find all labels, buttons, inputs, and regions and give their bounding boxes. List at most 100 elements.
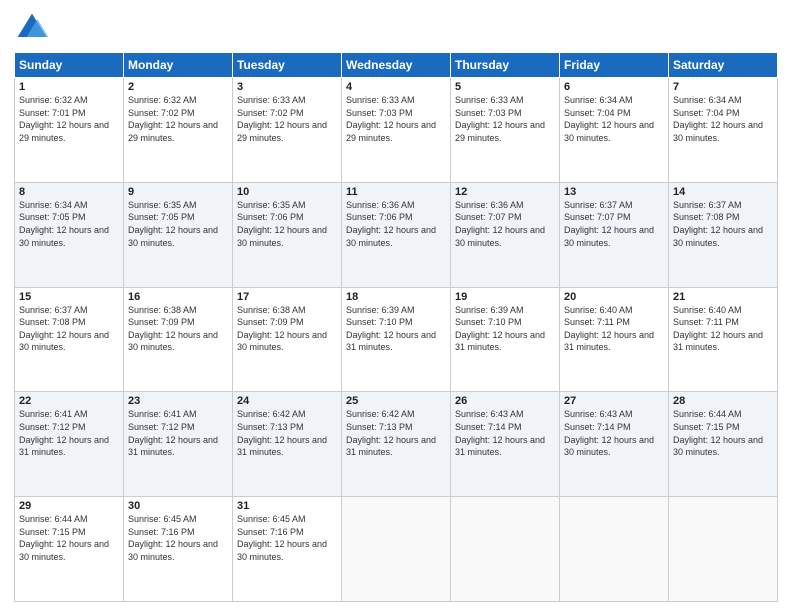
day-number: 3 — [237, 81, 337, 93]
day-cell-31: 31 Sunrise: 6:45 AMSunset: 7:16 PMDaylig… — [233, 497, 342, 602]
day-info: Sunrise: 6:37 AMSunset: 7:08 PMDaylight:… — [19, 305, 109, 353]
day-info: Sunrise: 6:39 AMSunset: 7:10 PMDaylight:… — [455, 305, 545, 353]
day-info: Sunrise: 6:41 AMSunset: 7:12 PMDaylight:… — [19, 409, 109, 457]
day-number: 29 — [19, 500, 119, 512]
day-info: Sunrise: 6:34 AMSunset: 7:04 PMDaylight:… — [564, 95, 654, 143]
day-number: 27 — [564, 395, 664, 407]
day-number: 28 — [673, 395, 773, 407]
empty-cell — [342, 497, 451, 602]
day-cell-25: 25 Sunrise: 6:42 AMSunset: 7:13 PMDaylig… — [342, 392, 451, 497]
day-info: Sunrise: 6:34 AMSunset: 7:05 PMDaylight:… — [19, 200, 109, 248]
day-cell-27: 27 Sunrise: 6:43 AMSunset: 7:14 PMDaylig… — [560, 392, 669, 497]
day-cell-15: 15 Sunrise: 6:37 AMSunset: 7:08 PMDaylig… — [15, 287, 124, 392]
day-cell-28: 28 Sunrise: 6:44 AMSunset: 7:15 PMDaylig… — [669, 392, 778, 497]
day-number: 19 — [455, 291, 555, 303]
day-info: Sunrise: 6:38 AMSunset: 7:09 PMDaylight:… — [237, 305, 327, 353]
day-number: 11 — [346, 186, 446, 198]
day-info: Sunrise: 6:37 AMSunset: 7:08 PMDaylight:… — [673, 200, 763, 248]
day-cell-19: 19 Sunrise: 6:39 AMSunset: 7:10 PMDaylig… — [451, 287, 560, 392]
header — [14, 10, 778, 46]
day-info: Sunrise: 6:44 AMSunset: 7:15 PMDaylight:… — [673, 409, 763, 457]
weekday-sunday: Sunday — [15, 53, 124, 78]
day-number: 24 — [237, 395, 337, 407]
day-number: 14 — [673, 186, 773, 198]
day-number: 22 — [19, 395, 119, 407]
day-info: Sunrise: 6:33 AMSunset: 7:03 PMDaylight:… — [346, 95, 436, 143]
weekday-friday: Friday — [560, 53, 669, 78]
weekday-header-row: SundayMondayTuesdayWednesdayThursdayFrid… — [15, 53, 778, 78]
day-info: Sunrise: 6:40 AMSunset: 7:11 PMDaylight:… — [564, 305, 654, 353]
day-info: Sunrise: 6:45 AMSunset: 7:16 PMDaylight:… — [128, 514, 218, 562]
day-number: 15 — [19, 291, 119, 303]
day-number: 1 — [19, 81, 119, 93]
day-number: 4 — [346, 81, 446, 93]
day-number: 2 — [128, 81, 228, 93]
day-cell-21: 21 Sunrise: 6:40 AMSunset: 7:11 PMDaylig… — [669, 287, 778, 392]
day-info: Sunrise: 6:36 AMSunset: 7:07 PMDaylight:… — [455, 200, 545, 248]
day-number: 6 — [564, 81, 664, 93]
day-cell-29: 29 Sunrise: 6:44 AMSunset: 7:15 PMDaylig… — [15, 497, 124, 602]
day-info: Sunrise: 6:33 AMSunset: 7:02 PMDaylight:… — [237, 95, 327, 143]
logo-icon — [14, 10, 50, 46]
day-number: 17 — [237, 291, 337, 303]
day-info: Sunrise: 6:41 AMSunset: 7:12 PMDaylight:… — [128, 409, 218, 457]
day-info: Sunrise: 6:32 AMSunset: 7:02 PMDaylight:… — [128, 95, 218, 143]
day-number: 18 — [346, 291, 446, 303]
page: SundayMondayTuesdayWednesdayThursdayFrid… — [0, 0, 792, 612]
day-number: 5 — [455, 81, 555, 93]
day-number: 10 — [237, 186, 337, 198]
day-cell-5: 5 Sunrise: 6:33 AMSunset: 7:03 PMDayligh… — [451, 78, 560, 183]
day-cell-16: 16 Sunrise: 6:38 AMSunset: 7:09 PMDaylig… — [124, 287, 233, 392]
day-number: 20 — [564, 291, 664, 303]
day-info: Sunrise: 6:43 AMSunset: 7:14 PMDaylight:… — [455, 409, 545, 457]
day-cell-13: 13 Sunrise: 6:37 AMSunset: 7:07 PMDaylig… — [560, 182, 669, 287]
day-cell-10: 10 Sunrise: 6:35 AMSunset: 7:06 PMDaylig… — [233, 182, 342, 287]
weekday-monday: Monday — [124, 53, 233, 78]
day-cell-20: 20 Sunrise: 6:40 AMSunset: 7:11 PMDaylig… — [560, 287, 669, 392]
day-cell-3: 3 Sunrise: 6:33 AMSunset: 7:02 PMDayligh… — [233, 78, 342, 183]
logo — [14, 10, 54, 46]
weekday-saturday: Saturday — [669, 53, 778, 78]
day-info: Sunrise: 6:42 AMSunset: 7:13 PMDaylight:… — [346, 409, 436, 457]
week-row-3: 15 Sunrise: 6:37 AMSunset: 7:08 PMDaylig… — [15, 287, 778, 392]
day-cell-8: 8 Sunrise: 6:34 AMSunset: 7:05 PMDayligh… — [15, 182, 124, 287]
day-cell-1: 1 Sunrise: 6:32 AMSunset: 7:01 PMDayligh… — [15, 78, 124, 183]
calendar-table: SundayMondayTuesdayWednesdayThursdayFrid… — [14, 52, 778, 602]
day-number: 31 — [237, 500, 337, 512]
day-number: 12 — [455, 186, 555, 198]
day-number: 25 — [346, 395, 446, 407]
day-cell-24: 24 Sunrise: 6:42 AMSunset: 7:13 PMDaylig… — [233, 392, 342, 497]
day-info: Sunrise: 6:39 AMSunset: 7:10 PMDaylight:… — [346, 305, 436, 353]
day-info: Sunrise: 6:37 AMSunset: 7:07 PMDaylight:… — [564, 200, 654, 248]
day-cell-14: 14 Sunrise: 6:37 AMSunset: 7:08 PMDaylig… — [669, 182, 778, 287]
day-cell-30: 30 Sunrise: 6:45 AMSunset: 7:16 PMDaylig… — [124, 497, 233, 602]
day-number: 13 — [564, 186, 664, 198]
day-number: 26 — [455, 395, 555, 407]
day-cell-11: 11 Sunrise: 6:36 AMSunset: 7:06 PMDaylig… — [342, 182, 451, 287]
day-info: Sunrise: 6:42 AMSunset: 7:13 PMDaylight:… — [237, 409, 327, 457]
day-info: Sunrise: 6:38 AMSunset: 7:09 PMDaylight:… — [128, 305, 218, 353]
day-info: Sunrise: 6:33 AMSunset: 7:03 PMDaylight:… — [455, 95, 545, 143]
day-number: 30 — [128, 500, 228, 512]
day-cell-9: 9 Sunrise: 6:35 AMSunset: 7:05 PMDayligh… — [124, 182, 233, 287]
week-row-4: 22 Sunrise: 6:41 AMSunset: 7:12 PMDaylig… — [15, 392, 778, 497]
day-info: Sunrise: 6:36 AMSunset: 7:06 PMDaylight:… — [346, 200, 436, 248]
empty-cell — [669, 497, 778, 602]
day-number: 8 — [19, 186, 119, 198]
day-cell-7: 7 Sunrise: 6:34 AMSunset: 7:04 PMDayligh… — [669, 78, 778, 183]
day-number: 9 — [128, 186, 228, 198]
empty-cell — [451, 497, 560, 602]
day-cell-17: 17 Sunrise: 6:38 AMSunset: 7:09 PMDaylig… — [233, 287, 342, 392]
week-row-1: 1 Sunrise: 6:32 AMSunset: 7:01 PMDayligh… — [15, 78, 778, 183]
day-cell-23: 23 Sunrise: 6:41 AMSunset: 7:12 PMDaylig… — [124, 392, 233, 497]
day-number: 16 — [128, 291, 228, 303]
day-cell-26: 26 Sunrise: 6:43 AMSunset: 7:14 PMDaylig… — [451, 392, 560, 497]
weekday-tuesday: Tuesday — [233, 53, 342, 78]
day-info: Sunrise: 6:43 AMSunset: 7:14 PMDaylight:… — [564, 409, 654, 457]
day-cell-12: 12 Sunrise: 6:36 AMSunset: 7:07 PMDaylig… — [451, 182, 560, 287]
day-cell-6: 6 Sunrise: 6:34 AMSunset: 7:04 PMDayligh… — [560, 78, 669, 183]
day-info: Sunrise: 6:40 AMSunset: 7:11 PMDaylight:… — [673, 305, 763, 353]
day-info: Sunrise: 6:32 AMSunset: 7:01 PMDaylight:… — [19, 95, 109, 143]
week-row-5: 29 Sunrise: 6:44 AMSunset: 7:15 PMDaylig… — [15, 497, 778, 602]
day-cell-2: 2 Sunrise: 6:32 AMSunset: 7:02 PMDayligh… — [124, 78, 233, 183]
